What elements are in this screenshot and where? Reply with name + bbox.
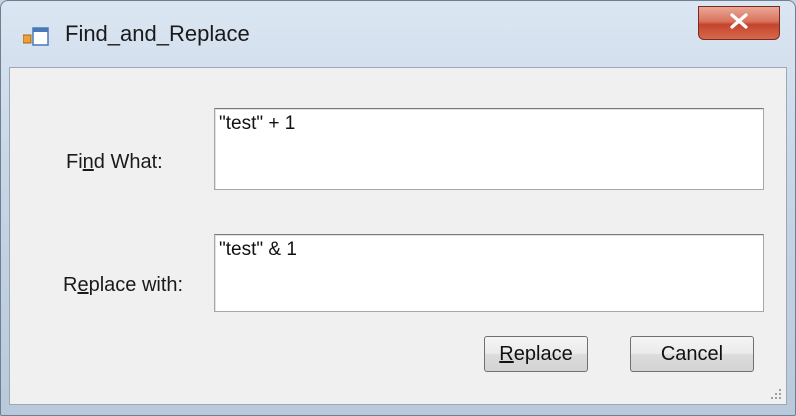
replace-with-value: "test" & 1	[219, 239, 297, 260]
find-replace-window: Find_and_Replace Find What: "test" + 1 R…	[0, 0, 796, 416]
title-bar[interactable]: Find_and_Replace	[1, 1, 795, 67]
replace-with-label: Replace with:	[63, 274, 184, 296]
find-what-input[interactable]: "test" + 1	[214, 108, 764, 190]
find-what-value: "test" + 1	[219, 113, 296, 134]
window-title: Find_and_Replace	[65, 21, 250, 46]
replace-button[interactable]: Replace	[484, 336, 588, 372]
close-icon	[730, 12, 748, 34]
replace-with-input[interactable]: "test" & 1	[214, 234, 764, 312]
close-button[interactable]	[698, 6, 780, 40]
find-what-label: Find What:	[66, 151, 163, 173]
dialog-client-area: Find What: "test" + 1 Replace with: "tes…	[9, 67, 787, 405]
size-grip-icon[interactable]	[768, 386, 782, 400]
form-window-icon	[22, 27, 49, 47]
cancel-button[interactable]: Cancel	[630, 336, 754, 372]
